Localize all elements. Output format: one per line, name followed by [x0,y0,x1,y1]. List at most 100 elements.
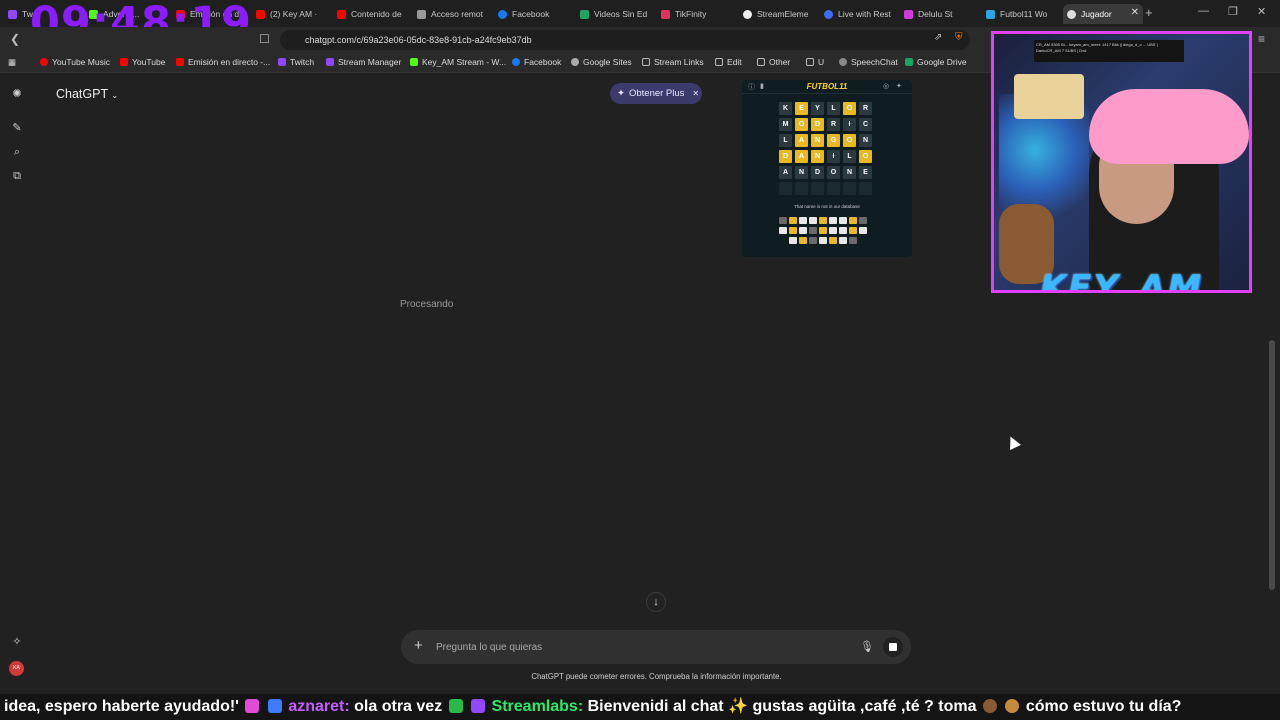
bookmark-youtube[interactable]: YouTube [120,57,165,67]
keyboard-key[interactable] [809,237,817,244]
keyboard-key[interactable] [829,217,837,224]
keyboard-key[interactable] [819,217,827,224]
bookmark-speechchat[interactable]: SpeechChat [839,57,898,67]
tab-label: Futbol11 Wo [1000,9,1048,19]
keyboard-key[interactable] [799,237,807,244]
chat-composer: + 🎙 [401,630,911,664]
bookmark-label: Emisión en directo -... [188,57,271,67]
new-chat-icon[interactable]: ✎ [11,122,23,134]
library-icon[interactable]: ⧉ [11,170,23,182]
bookmark-icon[interactable]: ☐ [259,32,270,46]
keyboard-key[interactable] [859,227,867,234]
apps-icon[interactable]: ▦ [8,57,16,68]
tab-label: Contenido de [351,9,402,19]
tab-futbol11[interactable]: Futbol11 Wo [982,4,1062,24]
bookmark-label: Google Sites [583,57,632,67]
url-field[interactable]: chatgpt.com/c/69a23e06-05dc-83e8-91cb-a2… [280,30,970,50]
tab-streamelements[interactable]: StreamEleme [739,4,819,24]
keyboard-key[interactable] [829,227,837,234]
keyboard-key[interactable] [809,227,817,234]
twitch-icon [8,9,17,19]
close-tab-icon[interactable]: ✕ [1131,7,1139,18]
twitter-icon: ✦ [896,83,902,90]
keyboard-key[interactable] [789,227,797,234]
bookmark-stream-links[interactable]: Stream Links [642,57,704,67]
microphone-icon[interactable]: 🎙 [860,640,874,653]
model-selector[interactable]: ChatGPT ⌄ [56,87,118,101]
tab-label: StreamEleme [757,9,809,19]
keyboard-key[interactable] [839,227,847,234]
close-window-button[interactable]: ✕ [1257,5,1266,18]
bookmark-keyam-stream[interactable]: Key_AM Stream - W... [410,57,506,67]
bookmark-facebook[interactable]: Facebook [512,57,561,67]
keyboard-key[interactable] [799,217,807,224]
bookmark-stream-manager[interactable]: Stream Manager [326,57,401,67]
tab-acceso[interactable]: Acceso remot [413,4,493,24]
keyboard-key[interactable] [819,237,827,244]
keyboard-key[interactable] [849,227,857,234]
prompt-input[interactable] [436,638,836,656]
page-scrollbar[interactable] [1269,340,1275,590]
brave-shield-icon[interactable]: ⛨ [955,32,963,43]
keyboard-key[interactable] [839,217,847,224]
tab-tikfinity[interactable]: TikFinity [657,4,737,24]
menu-icon[interactable]: ≡ [1258,32,1265,46]
sparkle-icon[interactable]: ✧ [11,636,23,648]
get-plus-button[interactable]: ✦ Obtener Plus ✕ [610,83,702,104]
alerts-banner: CR_AM 5300 Bi... keyam_am_meet: 1417 Bit… [1034,40,1184,62]
chatgpt-icon [1067,9,1076,19]
tab-jugador[interactable]: Jugador ✕ [1063,4,1143,24]
keyboard-key[interactable] [849,237,857,244]
guess-cell: L [779,134,792,147]
minimize-button[interactable]: — [1198,5,1209,17]
bookmark-edit[interactable]: Edit [715,57,742,67]
bookmark-google-drive[interactable]: Google Drive [905,57,967,67]
bookmark-emision[interactable]: Emisión en directo -... [176,57,270,67]
keyboard-key[interactable] [829,237,837,244]
tab-facebook[interactable]: Facebook [494,4,574,24]
share-icon[interactable]: ⇗ [934,32,942,43]
close-icon[interactable]: ✕ [692,89,699,98]
guess-cell: M [779,118,792,131]
back-button[interactable]: ❮ [10,32,20,46]
keyboard-key[interactable] [789,237,797,244]
bookmark-u[interactable]: U [806,57,824,67]
scroll-down-button[interactable]: ↓ [646,592,666,612]
guess-cell: I [827,150,840,163]
processing-status: Procesando [400,299,454,310]
keyboard-key[interactable] [849,217,857,224]
bookmark-youtube-music[interactable]: YouTube Music [40,57,110,67]
guess-cell: A [795,150,808,163]
tab-restream[interactable]: Live with Rest [820,4,900,24]
tab-delulu[interactable]: Delulu St [900,4,980,24]
guess-cell: L [827,102,840,115]
bookmark-other[interactable]: Other [757,57,790,67]
globe-icon [571,58,579,66]
keyboard-key[interactable] [779,217,787,224]
tab-videos[interactable]: Videos Sin Ed [576,4,656,24]
guess-cell: O [859,150,872,163]
model-name: ChatGPT [56,87,108,101]
tab-youtube-keyam[interactable]: (2) Key AM · [252,4,332,24]
search-icon[interactable]: ⌕ [11,146,23,158]
bookmark-google-sites[interactable]: Google Sites [571,57,632,67]
new-tab-button[interactable]: + [1145,5,1153,20]
keyboard-key[interactable] [859,217,867,224]
keyboard-key[interactable] [819,227,827,234]
maximize-button[interactable]: ❐ [1228,5,1238,18]
keyboard-key[interactable] [779,227,787,234]
attach-plus-icon[interactable]: + [414,637,423,654]
openai-logo-icon[interactable]: ✺ [11,88,23,100]
stop-generating-button[interactable] [883,637,903,657]
guess-cell [859,182,872,195]
mouse-cursor [1005,434,1021,450]
keyboard-key[interactable] [809,217,817,224]
screen: Tw... Adverte... Emisión en di (2) Key A… [0,0,1280,720]
get-plus-label: Obtener Plus [628,88,685,99]
pink-hat [1089,89,1249,164]
bookmark-twitch[interactable]: Twitch [278,57,314,67]
keyboard-key[interactable] [839,237,847,244]
keyboard-key[interactable] [789,217,797,224]
tab-contenido[interactable]: Contenido de [333,4,413,24]
keyboard-key[interactable] [799,227,807,234]
